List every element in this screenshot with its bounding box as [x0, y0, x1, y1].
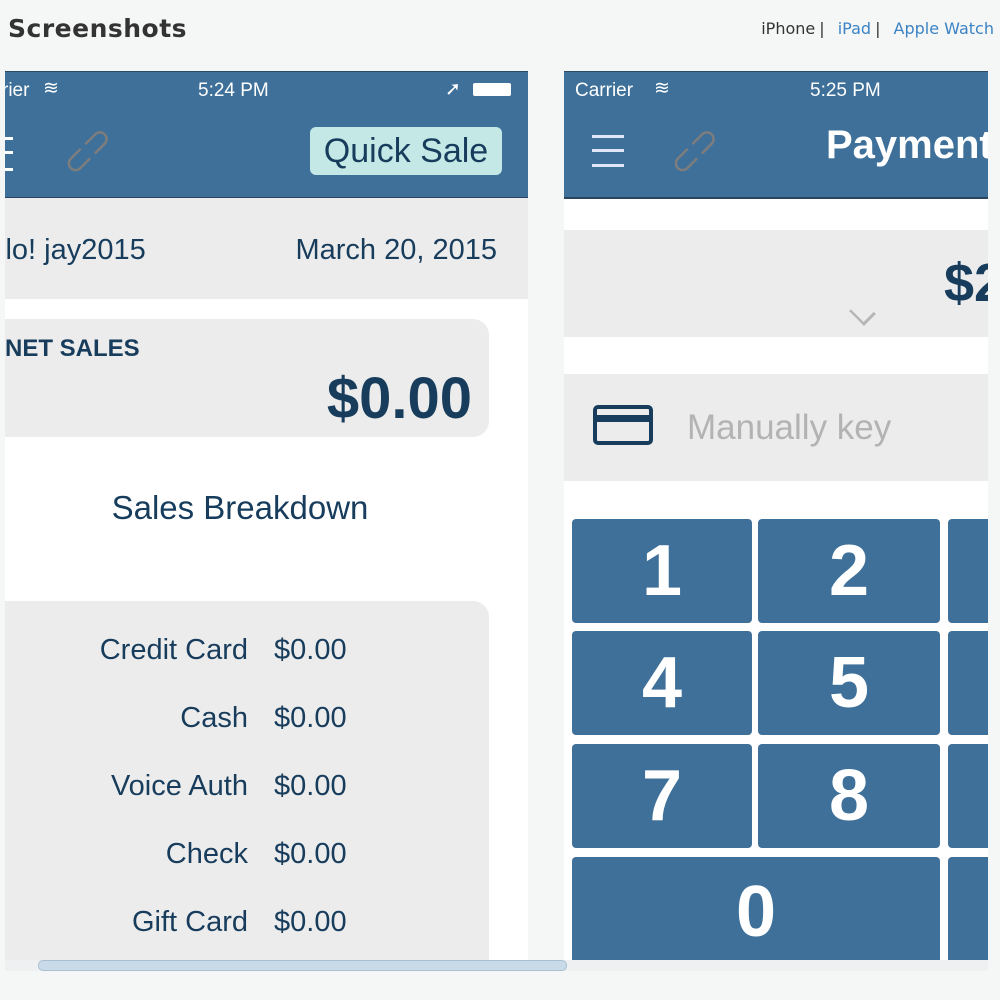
nav-bar: ⊂⊃ Payment — [564, 109, 988, 199]
sales-breakdown-title: Sales Breakdown — [111, 489, 369, 526]
key-3[interactable] — [948, 519, 988, 623]
tab-ipad[interactable]: iPad — [838, 19, 871, 38]
greeting-band: llo! jay2015 March 20, 2015 — [5, 198, 528, 299]
screenshot-1[interactable]: rier ≋ 5:24 PM ➚ ⊂⊃ Quick Sale llo! jay2… — [5, 71, 528, 961]
key-5[interactable]: 5 — [758, 631, 940, 735]
key-dot[interactable] — [948, 857, 988, 961]
status-bar: rier ≋ 5:24 PM ➚ — [5, 72, 528, 109]
key-6[interactable] — [948, 631, 988, 735]
chevron-down-icon[interactable] — [849, 299, 876, 326]
time: 5:25 PM — [810, 80, 881, 101]
tab-apple-watch[interactable]: Apple Watch — [894, 19, 994, 38]
row-label: Voice Auth — [110, 770, 248, 802]
key-7[interactable]: 7 — [572, 744, 752, 848]
device-tabs: iPhone | iPad | Apple Watch — [761, 19, 994, 38]
credit-card-icon — [593, 405, 653, 445]
link-icon: ⊂⊃ — [53, 117, 122, 185]
nav-title: Payment — [826, 123, 988, 167]
greeting: llo! jay2015 — [5, 234, 146, 266]
time: 5:24 PM — [198, 80, 269, 101]
row-label: Credit Card — [99, 634, 248, 666]
wifi-icon: ≋ — [43, 78, 59, 99]
battery-icon — [473, 83, 511, 96]
status-bar: Carrier ≋ 5:25 PM — [564, 72, 988, 109]
row-label: Check — [165, 838, 248, 870]
menu-icon[interactable] — [592, 135, 624, 167]
manual-key-row[interactable]: Manually key — [564, 374, 988, 481]
separator: | — [875, 19, 881, 38]
row-value: $0.00 — [274, 634, 347, 666]
amount: $2 — [944, 253, 988, 313]
amount-band: $2 — [564, 230, 988, 337]
row-value: $0.00 — [274, 702, 347, 734]
carrier: rier — [5, 80, 30, 101]
horizontal-scrollbar[interactable] — [38, 960, 567, 971]
nav-bar: ⊂⊃ Quick Sale — [5, 109, 528, 199]
key-1[interactable]: 1 — [572, 519, 752, 623]
key-9[interactable] — [948, 744, 988, 848]
separator: | — [819, 19, 825, 38]
row-value: $0.00 — [274, 770, 347, 802]
net-sales-card: NET SALES $0.00 — [5, 319, 489, 437]
date: March 20, 2015 — [295, 234, 497, 266]
key-4[interactable]: 4 — [572, 631, 752, 735]
menu-icon[interactable] — [5, 137, 13, 171]
quick-sale-button[interactable]: Quick Sale — [310, 127, 502, 175]
row-value: $0.00 — [274, 838, 347, 870]
net-sales-value: $0.00 — [326, 366, 472, 431]
location-arrow-icon: ➚ — [445, 79, 461, 100]
screenshot-2[interactable]: Carrier ≋ 5:25 PM ⊂⊃ Payment $2 Manually… — [564, 71, 988, 961]
wifi-icon: ≋ — [654, 78, 670, 99]
row-value: $0.00 — [274, 906, 347, 938]
net-sales-label: NET SALES — [5, 335, 140, 362]
row-label: Cash — [180, 702, 248, 734]
key-8[interactable]: 8 — [758, 744, 940, 848]
manual-key-label: Manually key — [687, 408, 892, 447]
carrier: Carrier — [575, 80, 634, 101]
breakdown-card: Credit Card $0.00 Cash $0.00 Voice Auth $0.… — [5, 601, 489, 961]
page-title: Screenshots — [8, 14, 188, 43]
link-icon: ⊂⊃ — [660, 117, 729, 185]
row-label: Gift Card — [131, 906, 248, 938]
tab-iphone[interactable]: iPhone — [761, 19, 815, 38]
key-0[interactable]: 0 — [572, 857, 940, 961]
key-2[interactable]: 2 — [758, 519, 940, 623]
